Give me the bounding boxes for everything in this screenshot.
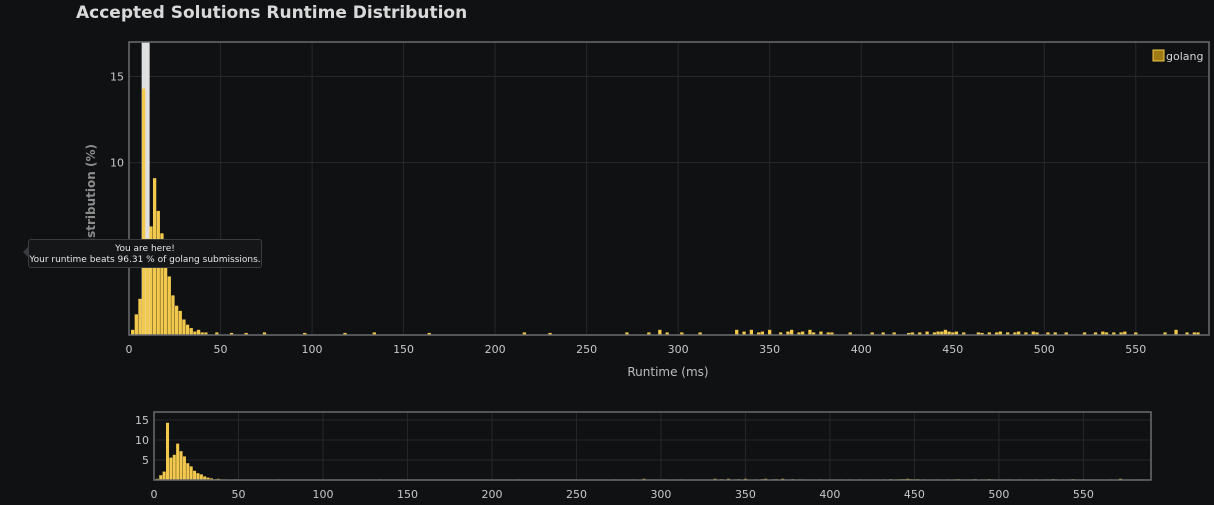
x-tick-label: 100 (302, 343, 323, 356)
x-tick-label: 0 (151, 488, 158, 501)
x-tick-label: 200 (485, 343, 506, 356)
bar (1174, 329, 1178, 335)
x-tick-label: 450 (942, 343, 963, 356)
bar (131, 329, 135, 335)
bar (749, 329, 754, 335)
bar (179, 451, 183, 480)
x-tick-label: 150 (397, 488, 418, 501)
y-tick-label: 10 (135, 434, 149, 447)
bar (169, 457, 173, 480)
bar (189, 328, 193, 335)
y-tick-label: 15 (110, 70, 124, 83)
bar (176, 443, 180, 480)
x-tick-label: 0 (126, 343, 133, 356)
bar (165, 422, 170, 480)
bar (178, 310, 182, 335)
x-tick-label: 200 (481, 488, 502, 501)
legend: golang (1152, 49, 1203, 63)
x-tick-label: 50 (214, 343, 228, 356)
bar (138, 298, 142, 335)
bar (199, 474, 203, 480)
bar (193, 470, 197, 480)
y-tick-label: 5 (142, 454, 149, 467)
bar (174, 305, 179, 335)
y-tick-label: 15 (135, 414, 149, 427)
tooltip-title: You are here! (115, 244, 175, 254)
bar (141, 88, 146, 335)
y-axis-title: Distribution (%) (84, 144, 98, 252)
bar (808, 329, 812, 335)
bar (182, 319, 186, 335)
bar (156, 210, 160, 335)
x-tick-label: 450 (904, 488, 925, 501)
bar (185, 324, 190, 335)
x-tick-label: 100 (312, 488, 333, 501)
x-tick-label: 550 (1073, 488, 1094, 501)
legend-label-golang: golang (1166, 50, 1203, 63)
bar (171, 295, 175, 335)
x-tick-label: 300 (650, 488, 671, 501)
x-tick-label: 500 (988, 488, 1009, 501)
x-tick-label: 400 (819, 488, 840, 501)
x-axis-title: Runtime (ms) (627, 365, 708, 379)
bar (768, 329, 772, 335)
x-tick-label: 250 (576, 343, 597, 356)
bar (196, 329, 201, 335)
x-tick-label: 300 (668, 343, 689, 356)
legend-swatch (1152, 49, 1165, 62)
x-tick-label: 550 (1125, 343, 1146, 356)
bar (167, 276, 171, 335)
bar (172, 454, 176, 480)
bar (162, 471, 166, 480)
y-tick-label: 10 (110, 157, 124, 170)
tooltip-text: Your runtime beats 96.31 % of golang sub… (29, 255, 261, 265)
bar (658, 329, 662, 335)
x-tick-label: 350 (759, 343, 780, 356)
x-tick-label: 150 (393, 343, 414, 356)
overview-navigator-chart[interactable]: 0 50 100 150 200 250 300 350 400 450 500 550 15 10 5 (135, 411, 1152, 501)
x-tick-label: 250 (566, 488, 587, 501)
bar (189, 466, 193, 480)
bar (943, 329, 948, 335)
bar (182, 456, 186, 480)
plot-frame (153, 411, 1152, 481)
x-tick-label: 500 (1034, 343, 1055, 356)
bar (134, 314, 138, 335)
plot-frame (128, 41, 1210, 336)
bar (186, 463, 190, 480)
you-are-here-tooltip: You are here! Your runtime beats 96.31 %… (28, 239, 262, 268)
x-tick-label: 350 (735, 488, 756, 501)
x-tick-label: 400 (851, 343, 872, 356)
bar (789, 329, 794, 335)
bar (163, 262, 168, 335)
main-chart[interactable]: 0 50 100 150 200 250 300 350 400 450 500 550 15 10 Run… (84, 41, 1210, 379)
x-tick-label: 50 (231, 488, 245, 501)
bar (735, 329, 739, 335)
bar (196, 473, 200, 480)
